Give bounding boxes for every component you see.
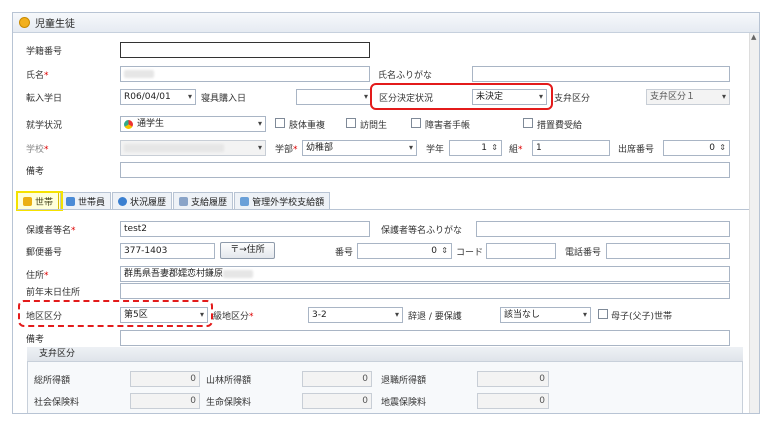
window-title: 児童生徒 (35, 19, 75, 30)
highlight-household-tab (16, 191, 63, 211)
prev-address-label: 前年末日住所 (26, 288, 81, 298)
chk-boshi[interactable] (598, 309, 608, 319)
shingu-label: 寝具購入日 (201, 94, 247, 104)
clock-icon (118, 196, 128, 206)
tab-members[interactable]: 世帯員 (60, 192, 112, 209)
kumi-input[interactable]: 1 (532, 140, 610, 156)
shusseki-label: 出席番号 (618, 145, 655, 155)
row1-col2-label: 地震保険料 (381, 398, 427, 408)
household-biko-label: 備考 (26, 335, 45, 345)
bango-stepper[interactable]: 0 (357, 243, 452, 259)
address-label: 住所 (26, 268, 49, 281)
address-input[interactable]: 群馬県吾妻郡嬬恋村鎌原 (120, 266, 730, 282)
shingu-date-picker[interactable] (296, 89, 372, 105)
shiben-select[interactable]: 支弁区分１ (646, 89, 730, 105)
kana-label: 氏名ふりがな (378, 71, 433, 81)
kyuchi-label: 級地区分 (213, 309, 254, 322)
boshi-label: 母子(父子)世帯 (611, 312, 673, 322)
guardian-input[interactable]: test2 (120, 221, 370, 237)
tab-payment-history-label: 支給履歴 (191, 197, 228, 208)
postal-label: 郵便番号 (26, 248, 63, 258)
chk-shitai[interactable] (275, 118, 285, 128)
guardian-kana-input[interactable] (476, 221, 730, 237)
household-biko-input[interactable] (120, 330, 730, 346)
code-input[interactable] (486, 243, 556, 259)
chk-techo-label: 障害者手帳 (425, 121, 471, 131)
tab-status-history-label: 状況履歴 (130, 197, 167, 208)
address-value: 群馬県吾妻郡嬬恋村鎌原 (124, 269, 224, 279)
chk-sochi-label: 措置費受給 (537, 121, 583, 131)
tab-status-history[interactable]: 状況履歴 (112, 192, 173, 209)
status-icon (124, 120, 133, 129)
row0-col2-label: 退職所得額 (381, 376, 427, 386)
shugaku-label: 就学状況 (26, 121, 63, 131)
gakunen-label: 学年 (426, 145, 445, 155)
row0-col0-label: 総所得額 (34, 376, 71, 386)
transfer-date-label: 転入学日 (26, 94, 63, 104)
jitai-label: 辞退 / 要保護 (408, 312, 462, 322)
tab-external-school[interactable]: 管理外学校支給額 (234, 192, 331, 209)
gakunen-stepper[interactable]: 1 (449, 140, 502, 156)
shugaku-value: 通学生 (137, 119, 165, 129)
row1-col0-label: 社会保険料 (34, 398, 80, 408)
highlight-kubun-status (370, 83, 553, 110)
shiben-group-header: 支弁区分 (27, 347, 743, 362)
gakuseki-input[interactable] (120, 42, 370, 58)
school-select[interactable] (120, 140, 266, 156)
school-label: 学校 (26, 142, 49, 155)
code-label: コード (456, 248, 484, 258)
payment-icon (179, 196, 189, 206)
jitai-select[interactable]: 該当なし (500, 307, 591, 323)
postal-input[interactable]: 377-1403 (120, 243, 215, 259)
shiben-label: 支弁区分 (554, 94, 591, 104)
biko-label: 備考 (26, 167, 45, 177)
bango-label: 番号 (335, 248, 354, 258)
row0-col1-label: 山林所得額 (206, 376, 252, 386)
guardian-kana-label: 保護者等名ふりがな (381, 226, 463, 236)
name-input[interactable] (120, 66, 370, 82)
transfer-date-picker[interactable]: R06/04/01 (120, 89, 196, 105)
gakubu-label: 学部 (275, 142, 298, 155)
chk-shitai-label: 肢体重複 (289, 121, 326, 131)
scroll-up-icon[interactable]: ▲ (751, 33, 756, 41)
external-school-icon (240, 196, 250, 206)
guardian-label: 保護者等名 (26, 223, 76, 236)
postal-to-address-button[interactable]: 〒→住所 (220, 242, 275, 259)
chk-homon[interactable] (346, 118, 356, 128)
row0-col2-value[interactable]: 0 (477, 371, 549, 387)
tel-label: 電話番号 (565, 248, 602, 258)
student-icon (19, 17, 30, 28)
prev-address-input[interactable] (120, 283, 730, 299)
kyuchi-select[interactable]: 3-2 (308, 307, 403, 323)
row0-col0-value[interactable]: 0 (130, 371, 200, 387)
row1-col1-label: 生命保険料 (206, 398, 252, 408)
chk-homon-label: 訪問生 (360, 121, 388, 131)
kumi-label: 組 (509, 142, 523, 155)
chk-techo[interactable] (411, 118, 421, 128)
tab-payment-history[interactable]: 支給履歴 (173, 192, 234, 209)
row1-col1-value[interactable]: 0 (302, 393, 372, 409)
tab-members-label: 世帯員 (78, 197, 106, 208)
shugaku-select[interactable]: 通学生 (120, 116, 266, 132)
gakubu-select[interactable]: 幼稚部 (302, 140, 417, 156)
biko-input[interactable] (120, 162, 730, 178)
row1-col2-value[interactable]: 0 (477, 393, 549, 409)
kana-input[interactable] (472, 66, 730, 82)
window-title-bar: 児童生徒 (13, 13, 759, 33)
gakuseki-label: 学籍番号 (26, 47, 63, 57)
highlight-chiku (18, 300, 213, 327)
chk-sochi[interactable] (523, 118, 533, 128)
people-icon (66, 196, 76, 206)
tab-external-school-label: 管理外学校支給額 (252, 197, 325, 208)
row0-col1-value[interactable]: 0 (302, 371, 372, 387)
tel-input[interactable] (606, 243, 730, 259)
vertical-scrollbar[interactable]: ▲ (749, 33, 759, 413)
row1-col0-value[interactable]: 0 (130, 393, 200, 409)
shusseki-stepper[interactable]: 0 (663, 140, 730, 156)
student-window: 児童生徒 学籍番号 氏名 氏名ふりがな 転入学日 R06/04/01 寝具購入日… (12, 12, 760, 414)
tab-bar: 世帯 世帯員 状況履歴 支給履歴 管理外学校支給額 (17, 192, 331, 209)
name-label: 氏名 (26, 68, 49, 81)
